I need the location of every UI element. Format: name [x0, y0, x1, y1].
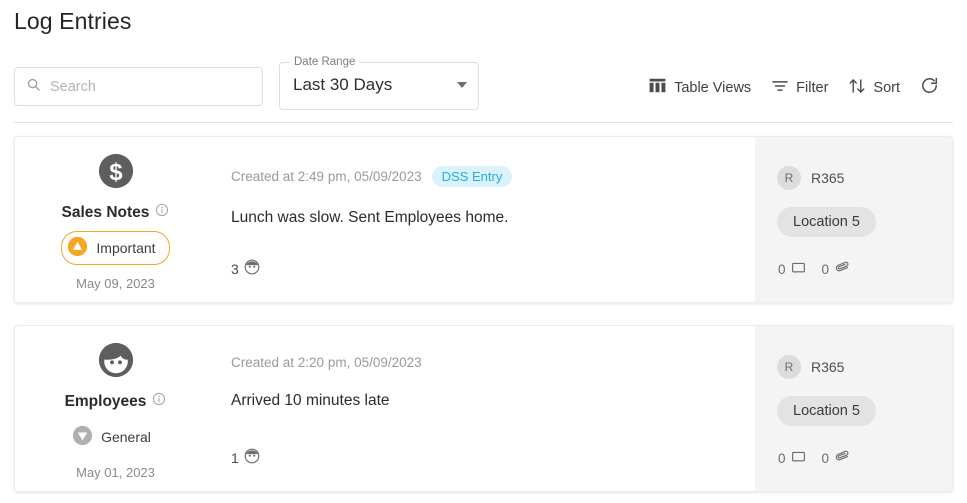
reaction-row[interactable]: 1	[231, 448, 260, 467]
filter-label: Filter	[796, 79, 829, 96]
comment-icon	[791, 450, 806, 468]
triangle-up-icon	[67, 236, 88, 260]
face-reaction-icon[interactable]	[244, 448, 260, 467]
attachment-count: 0	[821, 451, 830, 466]
card-date: May 09, 2023	[76, 276, 155, 291]
info-icon[interactable]	[155, 203, 169, 222]
toolbar: Date Range Last 30 Days Table Views	[0, 54, 967, 112]
card-right-panel: R R365 Location 5 0 0	[755, 326, 952, 491]
card-type-row: Sales Notes	[62, 203, 170, 222]
created-at-text: Created at 2:49 pm, 05/09/2023	[231, 169, 422, 184]
comment-count-group[interactable]: 0	[778, 450, 806, 468]
entry-source-chip: DSS Entry	[431, 166, 513, 187]
card-meta-row: Created at 2:20 pm, 05/09/2023	[231, 355, 755, 370]
card-type-row: Employees	[65, 392, 167, 411]
log-entry-card[interactable]: $ Sales Notes Important May 09, 2023 Cre…	[14, 136, 953, 303]
sort-label: Sort	[873, 79, 900, 96]
card-type-name: Sales Notes	[61, 203, 150, 221]
log-entry-card[interactable]: Employees General May 01, 2023 Created a…	[14, 325, 953, 492]
date-range-label: Date Range	[290, 54, 360, 70]
attachment-count: 0	[821, 262, 830, 277]
priority-label: Important	[96, 240, 156, 256]
user-name: R365	[811, 359, 845, 375]
reaction-count: 3	[231, 260, 239, 277]
entry-text: Arrived 10 minutes late	[231, 392, 390, 409]
card-middle-panel: Created at 2:49 pm, 05/09/2023 DSS Entry…	[216, 137, 755, 302]
filter-button[interactable]: Filter	[761, 73, 838, 103]
page-title: Log Entries	[14, 8, 132, 34]
face-reaction-icon[interactable]	[244, 259, 260, 278]
comment-icon	[791, 261, 806, 279]
priority-badge[interactable]: General	[66, 420, 165, 454]
dollar-circle-icon: $	[97, 152, 135, 195]
attachment-count-group[interactable]: 0	[822, 260, 851, 279]
card-date: May 01, 2023	[76, 465, 155, 480]
table-views-button[interactable]: Table Views	[638, 72, 761, 103]
person-face-icon	[97, 341, 135, 384]
comment-count: 0	[778, 262, 786, 277]
card-right-panel: R R365 Location 5 0 0	[755, 137, 952, 302]
sort-arrows-icon	[848, 77, 866, 99]
sort-button[interactable]: Sort	[838, 73, 910, 103]
created-at-text: Created at 2:20 pm, 05/09/2023	[231, 355, 422, 370]
attachment-count-group[interactable]: 0	[822, 449, 851, 468]
location-chip[interactable]: Location 5	[777, 396, 876, 426]
header-divider	[14, 122, 953, 123]
location-chip[interactable]: Location 5	[777, 207, 876, 237]
paperclip-icon	[834, 260, 850, 279]
date-range-value: Last 30 Days	[293, 75, 393, 94]
counts-row: 0 0	[778, 449, 850, 468]
avatar: R	[777, 355, 801, 379]
filter-icon	[771, 77, 789, 99]
priority-label: General	[101, 429, 151, 445]
comment-count: 0	[778, 451, 786, 466]
refresh-button[interactable]	[910, 72, 949, 103]
chevron-down-icon[interactable]	[457, 82, 467, 88]
user-row: R R365	[777, 355, 952, 379]
card-type-name: Employees	[64, 392, 147, 410]
user-row: R R365	[777, 166, 952, 190]
reaction-row[interactable]: 3	[231, 259, 260, 278]
info-icon[interactable]	[152, 392, 166, 411]
svg-text:$: $	[109, 159, 122, 186]
card-left-panel: Employees General May 01, 2023	[15, 326, 216, 491]
triangle-down-icon	[72, 425, 93, 449]
comment-count-group[interactable]: 0	[778, 261, 806, 279]
search-icon	[26, 77, 41, 97]
card-middle-panel: Created at 2:20 pm, 05/09/2023 Arrived 1…	[216, 326, 755, 491]
table-columns-icon	[648, 76, 667, 99]
paperclip-icon	[834, 449, 850, 468]
user-name: R365	[811, 170, 845, 186]
refresh-icon	[920, 76, 939, 99]
search-box[interactable]	[14, 67, 263, 106]
avatar: R	[777, 166, 801, 190]
table-views-label: Table Views	[674, 79, 752, 96]
card-left-panel: $ Sales Notes Important May 09, 2023	[15, 137, 216, 302]
toolbar-actions: Table Views Filter Sort	[638, 72, 949, 103]
card-meta-row: Created at 2:49 pm, 05/09/2023 DSS Entry	[231, 166, 755, 187]
priority-badge[interactable]: Important	[61, 231, 170, 265]
entry-text: Lunch was slow. Sent Employees home.	[231, 209, 509, 226]
search-input[interactable]	[50, 78, 251, 95]
date-range-select[interactable]: Date Range Last 30 Days	[279, 54, 479, 110]
counts-row: 0 0	[778, 260, 850, 279]
reaction-count: 1	[231, 449, 239, 466]
